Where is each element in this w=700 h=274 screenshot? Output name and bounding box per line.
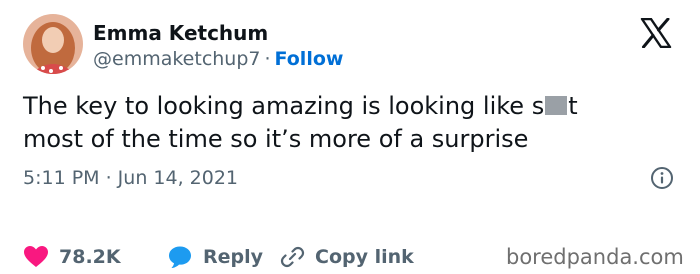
tweet-line-1: The key to looking amazing is looking li… — [23, 90, 673, 123]
tweet-card: Emma Ketchum @emmaketchup7 · Follow The ke… — [0, 0, 700, 269]
tweet-line-1-start: The key to looking amazing is looking li… — [23, 92, 545, 120]
like-button[interactable]: 78.2K — [23, 240, 121, 274]
copy-link-button[interactable]: Copy link — [279, 240, 414, 274]
handle-separator: · — [264, 48, 271, 70]
tweet-line-1-end: t — [568, 92, 578, 120]
tweet-text: The key to looking amazing is looking li… — [23, 90, 673, 156]
like-count: 78.2K — [59, 246, 121, 268]
watermark: boredpanda.com — [506, 245, 684, 269]
user-handle[interactable]: @emmaketchup7 — [93, 48, 261, 70]
heart-icon — [24, 246, 48, 267]
tweet-timestamp[interactable]: 5:11 PM · Jun 14, 2021 — [23, 167, 238, 189]
x-logo-icon[interactable] — [640, 17, 672, 49]
censor-block — [545, 96, 568, 115]
avatar[interactable] — [23, 14, 83, 74]
copy-link-label: Copy link — [315, 246, 414, 268]
handle-row: @emmaketchup7 · Follow — [93, 48, 343, 70]
follow-button[interactable]: Follow — [275, 48, 344, 70]
link-icon — [280, 246, 305, 268]
tweet-line-2: most of the time so it’s more of a surpr… — [23, 125, 529, 153]
speech-bubble-icon — [169, 246, 191, 268]
reply-label: Reply — [203, 246, 264, 268]
info-icon[interactable] — [650, 166, 674, 190]
reply-button[interactable]: Reply — [167, 240, 263, 274]
display-name[interactable]: Emma Ketchum — [93, 21, 268, 45]
